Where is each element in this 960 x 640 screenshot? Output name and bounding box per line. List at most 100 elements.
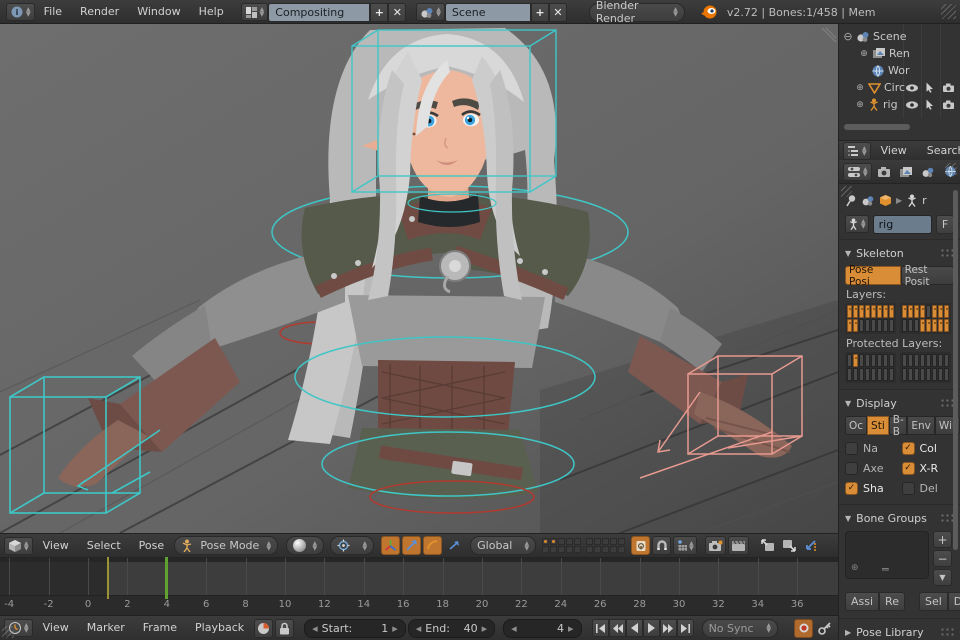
outliner-label[interactable]: rig [883,98,898,111]
start-frame-field[interactable]: Start: 1 [304,619,406,638]
collapse-icon[interactable]: ⊖ [843,30,853,43]
select-button[interactable]: Sel [919,592,948,611]
armature-layer-toggle[interactable] [889,319,894,332]
increment-icon[interactable] [482,622,488,635]
manipulator-scale-button[interactable] [444,536,463,555]
deselect-button[interactable]: Des [948,592,960,611]
armature-layer-toggle[interactable] [865,354,870,367]
tl-menu-frame[interactable]: Frame [135,616,185,640]
scene-layer-toggle[interactable] [542,546,549,553]
skeleton-panel-header[interactable]: ▼ Skeleton [845,243,954,263]
visibility-toggle[interactable] [905,100,919,110]
outliner-row-renderlayers[interactable]: ⊕ Ren [843,45,960,62]
armature-layer-toggle[interactable] [883,305,888,318]
vp-menu-pose[interactable]: Pose [131,534,172,557]
scene-layer-toggle[interactable] [610,546,617,553]
panel-resize-grip[interactable] [945,163,957,175]
checkbox-icon[interactable] [902,482,915,495]
armature-layer-toggle[interactable] [926,354,931,367]
editor-type-outliner-button[interactable] [843,142,871,160]
scene-layer-toggle[interactable] [618,538,625,545]
scene-layer-toggle[interactable] [586,538,593,545]
checkbox-icon[interactable] [845,462,858,475]
add-scene-button[interactable]: + [531,3,549,22]
scene-layer-toggle[interactable] [594,538,601,545]
armature-layer-toggle[interactable] [902,319,907,332]
visibility-toggle[interactable] [905,83,919,93]
armature-layer-toggle[interactable] [944,319,949,332]
viewport-layers-widget[interactable] [542,538,625,553]
outliner-row-world[interactable]: Wor [843,62,960,79]
display-mode-oc[interactable]: Oc [845,416,867,435]
armature-layer-toggle[interactable] [871,305,876,318]
checkbox-icon[interactable] [902,462,915,475]
editor-type-properties-button[interactable] [843,163,872,181]
armature-layer-toggle[interactable] [877,319,882,332]
paste-flipped-pose-button[interactable] [801,536,820,555]
tl-menu-playback[interactable]: Playback [187,616,252,640]
selectability-toggle[interactable] [925,99,934,110]
armature-layer-toggle[interactable] [938,354,943,367]
scene-layer-toggle[interactable] [618,546,625,553]
end-frame-field[interactable]: End: 40 [408,619,495,638]
increment-icon[interactable] [392,622,398,635]
tab-render[interactable] [875,162,894,181]
scene-crumb-icon[interactable] [861,194,875,207]
armature-layer-toggle[interactable] [938,319,943,332]
armature-layer-toggle[interactable] [944,354,949,367]
expand-icon[interactable]: ⊕ [859,49,869,59]
render-engine-select[interactable]: Blender Render [589,3,685,22]
outliner-row-circle[interactable]: ⊕ Circ [843,79,960,96]
tab-render-layers[interactable] [897,162,916,181]
armature-crumb-icon[interactable] [906,194,918,207]
armature-layer-toggle[interactable] [920,354,925,367]
scene-layer-toggle[interactable] [558,538,565,545]
expand-icon[interactable]: ⊕ [855,83,865,93]
decrement-icon[interactable] [511,622,517,635]
armature-layer-toggle[interactable] [914,319,919,332]
display-mode-sti[interactable]: Sti [867,416,889,435]
armature-layer-toggle[interactable] [932,319,937,332]
expand-icon[interactable]: ⊕ [855,100,865,110]
armature-layer-toggle[interactable] [926,305,931,318]
outliner-row-scene[interactable]: ⊖ Scene [843,28,960,45]
scene-layer-toggle[interactable] [586,546,593,553]
decrement-icon[interactable] [312,622,318,635]
scene-layer-toggle[interactable] [574,538,581,545]
opengl-render-button[interactable] [705,536,726,555]
armature-layer-toggle[interactable] [865,319,870,332]
armature-layer-toggle[interactable] [871,319,876,332]
bone-groups-list[interactable]: ⊕ ═ [845,531,929,579]
armature-layer-toggle[interactable] [877,305,882,318]
manipulator-translate-button[interactable] [402,536,421,555]
outliner-row-rig[interactable]: ⊕ rig [843,96,960,113]
bone-groups-panel-header[interactable]: ▼ Bone Groups [845,508,954,528]
preview-range-button[interactable] [254,619,273,638]
armature-layer-toggle[interactable] [865,305,870,318]
sync-mode-select[interactable]: No Sync [702,619,778,638]
current-frame-line[interactable] [165,557,168,599]
armature-layer-toggle[interactable] [938,305,943,318]
armature-layer-toggle[interactable] [902,368,907,381]
armature-layer-toggle[interactable] [938,368,943,381]
outliner-label[interactable]: Ren [889,47,910,60]
armature-layer-toggle[interactable] [847,368,852,381]
armature-layer-toggle[interactable] [914,354,919,367]
armature-layer-toggle[interactable] [932,368,937,381]
display-check-axe[interactable]: Axe [845,459,898,477]
vp-menu-select[interactable]: Select [79,534,129,557]
renderability-toggle[interactable] [942,100,956,110]
panel-drag-dots-icon[interactable] [940,248,954,258]
properties-scrollbar[interactable] [953,190,958,550]
menu-render[interactable]: Render [71,0,128,24]
scene-browse-button[interactable] [416,3,445,21]
panel-corner-grip[interactable] [841,186,852,197]
scene-layer-toggle[interactable] [542,538,549,545]
scene-layer-toggle[interactable] [550,546,557,553]
snap-toggle-button[interactable] [652,536,671,555]
armature-layer-toggle[interactable] [853,319,858,332]
paste-pose-button[interactable] [780,536,799,555]
outliner-label[interactable]: Circ [884,81,905,94]
pivot-point-select[interactable] [330,536,374,555]
armature-layer-toggle[interactable] [908,319,913,332]
